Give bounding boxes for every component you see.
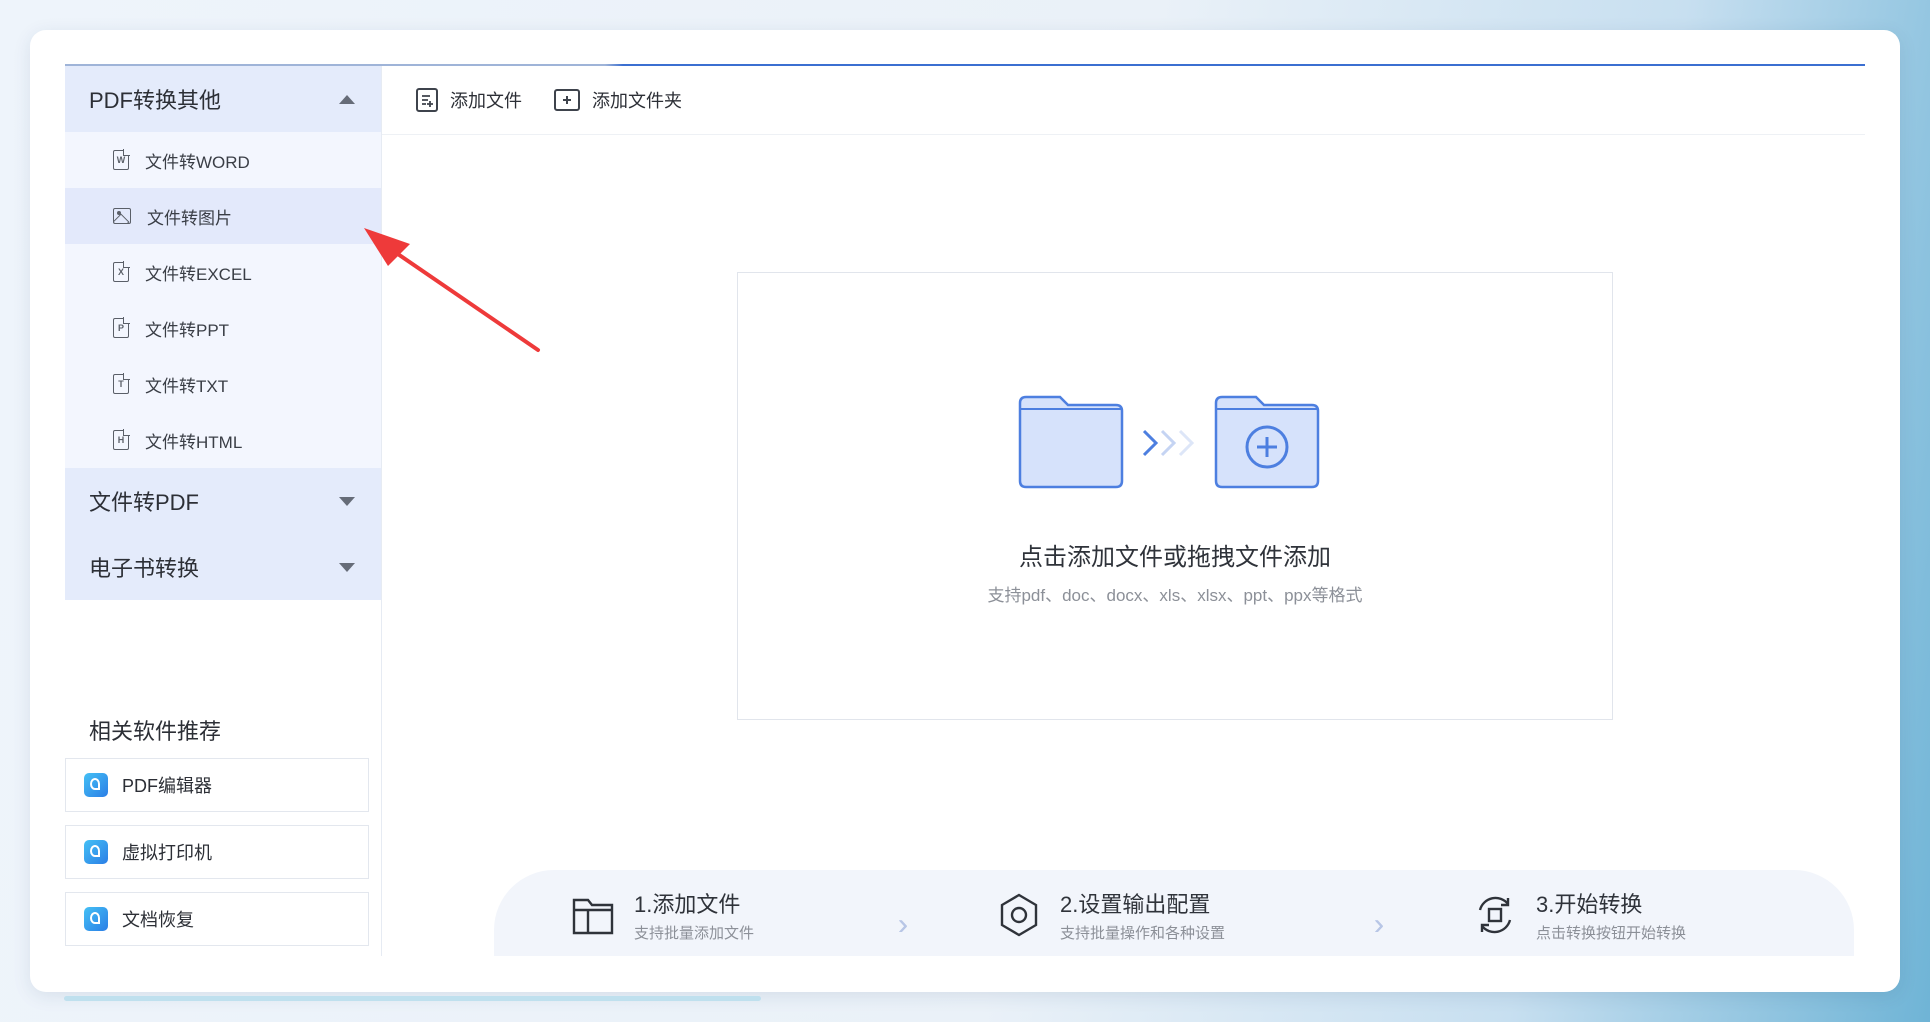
folder-transfer-illustration	[1018, 395, 1320, 489]
sidebar-divider	[381, 66, 382, 956]
sidebar-item-label: 文件转TXT	[145, 376, 229, 396]
caret-down-icon	[339, 562, 355, 572]
sidebar-item-to-excel[interactable]: X 文件转EXCEL	[65, 244, 381, 300]
sidebar-item-to-ppt[interactable]: P 文件转PPT	[65, 300, 381, 356]
caret-down-icon	[339, 496, 355, 506]
txt-doc-icon: T	[113, 373, 130, 394]
step-title: 3.开始转换	[1536, 892, 1643, 917]
step-desc: 支持批量操作和各种设置	[1060, 925, 1226, 942]
toolbar: 添加文件 添加文件夹	[382, 66, 1865, 135]
sidebar-item-to-txt[interactable]: T 文件转TXT	[65, 356, 381, 412]
caret-up-icon	[339, 94, 355, 104]
group-file-to-pdf[interactable]: 文件转PDF	[65, 468, 381, 534]
converter-app: PDF转换其他 W 文件转WORD 文件转图片 X 文件转EXCEL P 文件转…	[65, 64, 1865, 956]
virtual-printer-app-icon	[84, 840, 108, 864]
sidebar-item-label: 文件转HTML	[145, 432, 243, 452]
recommend-pdf-editor[interactable]: PDF编辑器	[65, 758, 369, 812]
pdf-editor-app-icon	[84, 773, 108, 797]
folder-outline-icon	[572, 898, 614, 935]
steps-bar: 1.添加文件 支持批量添加文件 ››› 2.设置输出配置 支持批量操作和各种设置…	[494, 870, 1854, 956]
html-doc-icon: H	[113, 429, 130, 450]
group-pdf-to-other[interactable]: PDF转换其他	[65, 66, 381, 132]
step-title: 1.添加文件	[634, 892, 741, 917]
step-add-file: 1.添加文件 支持批量添加文件	[570, 892, 754, 943]
settings-hexagon-icon	[1000, 893, 1038, 937]
add-folder-label: 添加文件夹	[592, 91, 682, 111]
group-ebook-label: 电子书转换	[89, 556, 200, 581]
group-ebook[interactable]: 电子书转换	[65, 534, 381, 600]
recommend-title: 相关软件推荐	[89, 719, 222, 744]
sidebar-item-to-html[interactable]: H 文件转HTML	[65, 412, 381, 468]
sidebar-item-label: 文件转图片	[147, 208, 232, 228]
recommend-label: PDF编辑器	[122, 776, 212, 796]
add-folder-button[interactable]: 添加文件夹	[554, 87, 682, 113]
recommend-label: 虚拟打印机	[122, 843, 212, 863]
step-title: 2.设置输出配置	[1060, 892, 1211, 917]
step-desc: 支持批量添加文件	[634, 925, 755, 942]
image-icon	[113, 208, 131, 224]
convert-cycle-icon	[1478, 896, 1512, 934]
add-file-label: 添加文件	[450, 91, 522, 111]
add-file-button[interactable]: 添加文件	[416, 87, 522, 113]
drop-zone-subtitle: 支持pdf、doc、docx、xls、xlsx、ppt、ppx等格式	[987, 586, 1363, 605]
word-doc-icon: W	[113, 149, 130, 170]
group-file-to-pdf-label: 文件转PDF	[89, 490, 200, 515]
step-settings: 2.设置输出配置 支持批量操作和各种设置	[996, 892, 1225, 943]
doc-recovery-app-icon	[84, 907, 108, 931]
step-start-convert: 3.开始转换 点击转换按钮开始转换	[1472, 892, 1686, 943]
excel-doc-icon: X	[113, 261, 130, 282]
progress-strip	[64, 996, 761, 1001]
sidebar-item-label: 文件转PPT	[145, 320, 230, 340]
drop-zone-title: 点击添加文件或拖拽文件添加	[1019, 544, 1331, 571]
sidebar-item-label: 文件转EXCEL	[145, 264, 252, 284]
recommend-virtual-printer[interactable]: 虚拟打印机	[65, 825, 369, 879]
sidebar: PDF转换其他 W 文件转WORD 文件转图片 X 文件转EXCEL P 文件转…	[65, 66, 381, 956]
file-drop-zone[interactable]: 点击添加文件或拖拽文件添加 支持pdf、doc、docx、xls、xlsx、pp…	[737, 272, 1613, 720]
ppt-doc-icon: P	[113, 317, 130, 338]
sidebar-item-to-word[interactable]: W 文件转WORD	[65, 132, 381, 188]
sidebar-item-to-image[interactable]: 文件转图片	[65, 188, 381, 244]
sidebar-item-label: 文件转WORD	[145, 152, 250, 172]
recommend-label: 文档恢复	[122, 910, 194, 930]
step-desc: 点击转换按钮开始转换	[1536, 925, 1687, 942]
add-file-icon	[416, 88, 438, 112]
add-folder-icon	[554, 89, 580, 111]
recommend-doc-recovery[interactable]: 文档恢复	[65, 892, 369, 946]
group-pdf-to-other-label: PDF转换其他	[89, 88, 222, 113]
pdf-sub-list: W 文件转WORD 文件转图片 X 文件转EXCEL P 文件转PPT T 文件…	[65, 132, 381, 468]
